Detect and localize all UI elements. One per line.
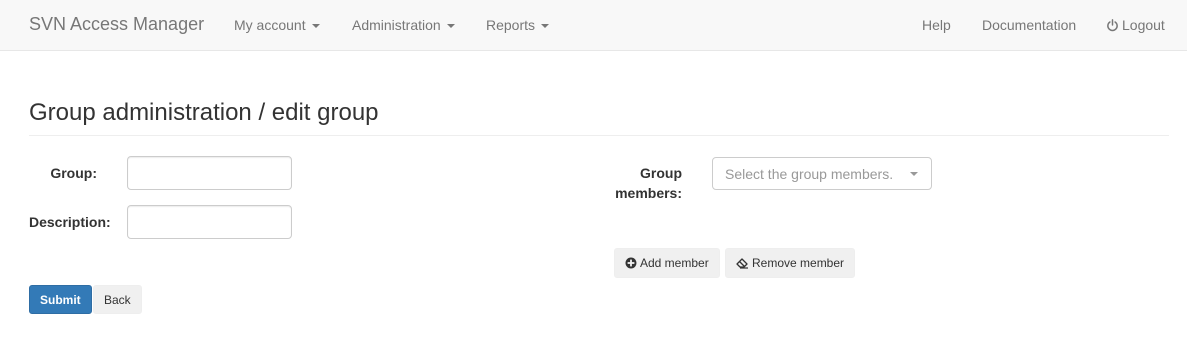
- menu-my-account-label: My account: [234, 17, 306, 33]
- group-members-placeholder: Select the group members.: [725, 166, 894, 182]
- chevron-down-icon: [910, 172, 918, 176]
- menu-reports[interactable]: Reports: [486, 17, 550, 34]
- documentation-link[interactable]: Documentation: [982, 17, 1076, 34]
- remove-member-label: Remove member: [752, 256, 845, 270]
- group-members-label: Group members:: [600, 163, 682, 203]
- help-link-label: Help: [922, 17, 951, 33]
- help-link[interactable]: Help: [922, 17, 951, 34]
- plus-circle-icon: [625, 257, 637, 269]
- group-members-label-line2: members:: [615, 185, 682, 201]
- add-member-label: Add member: [640, 256, 709, 270]
- group-input[interactable]: [127, 156, 292, 190]
- description-label: Description:: [29, 214, 111, 230]
- title-divider: [29, 135, 1169, 136]
- documentation-link-label: Documentation: [982, 17, 1077, 33]
- remove-member-button[interactable]: Remove member: [725, 248, 856, 278]
- menu-reports-label: Reports: [486, 17, 536, 33]
- page-title: Group administration / edit group: [29, 99, 379, 126]
- group-members-label-line1: Group: [640, 165, 682, 181]
- group-members-select[interactable]: Select the group members.: [712, 157, 932, 190]
- menu-administration-label: Administration: [352, 17, 441, 33]
- description-input[interactable]: [127, 205, 292, 239]
- brand-link[interactable]: SVN Access Manager: [29, 14, 204, 35]
- menu-my-account[interactable]: My account: [234, 17, 320, 34]
- caret-down-icon: [311, 24, 320, 29]
- navbar: SVN Access Manager My account Administra…: [0, 0, 1187, 51]
- back-button[interactable]: Back: [93, 285, 142, 314]
- add-member-button[interactable]: Add member: [614, 248, 720, 278]
- logout-link-label: Logout: [1122, 17, 1165, 33]
- group-label: Group:: [50, 165, 97, 181]
- submit-button[interactable]: Submit: [29, 285, 92, 314]
- power-icon: [1107, 19, 1118, 32]
- caret-down-icon: [446, 24, 455, 29]
- logout-link[interactable]: Logout: [1106, 17, 1165, 34]
- menu-administration[interactable]: Administration: [352, 17, 455, 34]
- eraser-icon: [736, 258, 748, 269]
- caret-down-icon: [541, 24, 550, 29]
